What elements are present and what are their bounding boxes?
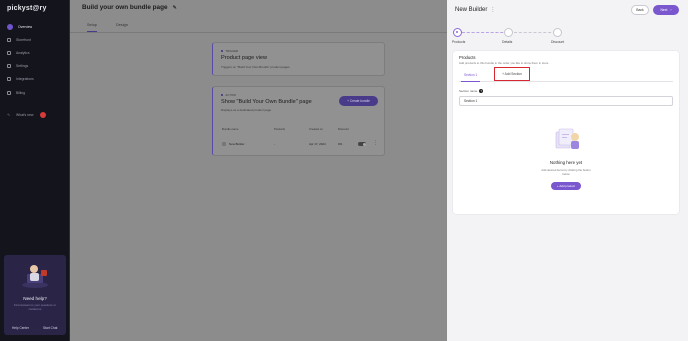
empty-state-illustration-icon [555,128,579,149]
sidebar-item-storefront[interactable]: Storefront [7,35,63,44]
sidebar-item-label: Integrations [16,76,34,81]
empty-state-subtitle: Add desired items by clicking the button… [541,168,591,176]
step-connector [462,32,508,33]
sidebar-item-label: What's new [16,112,34,117]
panel-title: Products [459,55,476,60]
table-row[interactable]: New Builder - Apr 17, 2024 0% ⋮ [217,140,379,150]
builder-drawer: New Builder ⋮ Back Next › Products Detai… [447,0,688,341]
column-header: Products [274,127,286,131]
sidebar-item-label: Storefront [16,37,31,42]
bundle-products: - [274,142,275,146]
back-button[interactable]: Back [631,5,649,15]
help-illustration-icon [22,265,48,288]
action-heading: Show "Build Your Own Bundle" page [221,99,312,105]
drawer-title-text: New Builder [455,7,488,13]
notification-badge [40,111,47,118]
step-products-dot[interactable] [453,28,462,37]
help-subtitle: Find answers to your questions or contac… [14,303,56,311]
step-details-label: Details [502,40,513,44]
tab-design[interactable]: Design [116,23,128,27]
step-discount-label: Discount [551,40,565,44]
column-header: Discount [338,127,349,131]
start-chat-link[interactable]: Start Chat [43,326,57,330]
sidebar-item-label: Billing [16,90,26,95]
action-description: Displays as a dedicated product page [221,108,272,112]
pencil-icon[interactable]: ✎ [173,5,177,11]
store-icon [7,37,11,42]
section-tabs: Section 1 + Add Section [459,67,673,82]
column-header: Created on [309,127,323,131]
action-tag-label: ACTION [225,93,236,97]
trigger-heading: Product page view [221,55,268,61]
add-product-button[interactable]: + Add product [551,182,581,190]
step-connector [514,32,556,33]
panel-subtitle: Add products to this bundle in the order… [459,61,549,65]
step-products-label: Products [452,40,466,44]
next-button-label: Next [660,8,668,12]
sidebar: pickyst@ry Overview Storefront Analytics… [0,0,70,341]
sidebar-item-label: Overview [18,24,33,29]
help-title: Need help? [23,296,47,301]
gear-icon [7,63,11,68]
tab-section-1[interactable]: Section 1 [461,73,481,82]
action-tag: ACTION [221,93,236,97]
help-center-link[interactable]: Help Center [12,326,29,330]
info-icon[interactable]: ? [479,89,484,93]
section-name-label-text: Section name [459,89,478,93]
sidebar-item-whats-new[interactable]: ∿ What's new [7,110,63,119]
step-details-dot[interactable] [504,28,513,37]
sparkle-icon: ∿ [7,111,11,117]
home-icon [7,23,13,30]
sidebar-item-integrations[interactable]: Integrations [7,74,63,83]
page-title-text: Build your own bundle page [82,4,168,11]
trigger-tag: TRIGGER [221,49,238,53]
empty-state-title: Nothing here yet [549,160,583,165]
app-logo: pickyst@ry [7,5,47,12]
bundle-created: Apr 17, 2024 [309,142,326,146]
more-icon[interactable]: ⋮ [373,140,378,146]
sidebar-item-overview[interactable]: Overview [7,22,63,31]
bundle-thumbnail [222,142,226,146]
step-discount-dot[interactable] [553,28,562,37]
trigger-card: TRIGGER Product page view Triggers on "B… [212,42,385,76]
drawer-title: New Builder ⋮ [455,7,495,13]
tab-setup[interactable]: Setup [87,23,97,32]
bundle-discount: 0% [338,142,343,146]
drawer-header: New Builder ⋮ Back Next › [447,0,688,20]
sidebar-item-analytics[interactable]: Analytics [7,48,63,57]
section-name-label: Section name ? [459,89,484,93]
trigger-tag-label: TRIGGER [225,49,239,53]
page-title: Build your own bundle page ✎ [82,4,177,11]
add-section-button[interactable]: + Add Section [494,67,530,81]
plug-icon [7,76,11,81]
sidebar-item-settings[interactable]: Settings [7,61,63,70]
sidebar-item-label: Settings [16,63,29,68]
help-card: Need help? Find answers to your question… [4,255,66,335]
table-header: Bundle name Products Created on Discount [217,127,379,134]
chevron-right-icon: › [670,8,672,12]
products-panel: Products Add products to this bundle in … [453,51,679,214]
next-button[interactable]: Next › [653,5,679,15]
bundle-toggle[interactable] [358,142,366,146]
dot-icon [221,49,224,53]
sidebar-item-label: Analytics [16,50,30,55]
section-name-input[interactable]: Section 1 [459,96,673,106]
dot-icon [221,93,224,97]
create-bundle-button[interactable]: + Create bundle [339,96,378,106]
trigger-description: Triggers on "Build Your Own Bundle" prod… [221,65,290,69]
kebab-menu-icon[interactable]: ⋮ [490,7,495,13]
sidebar-item-billing[interactable]: Billing [7,88,63,97]
stepper: Products Details Discount [447,27,688,49]
chart-icon [7,50,11,55]
column-header: Bundle name [222,127,239,131]
page-tabs: Setup Design [70,20,450,33]
card-icon [7,90,11,95]
bundle-name: New Builder [229,142,245,146]
